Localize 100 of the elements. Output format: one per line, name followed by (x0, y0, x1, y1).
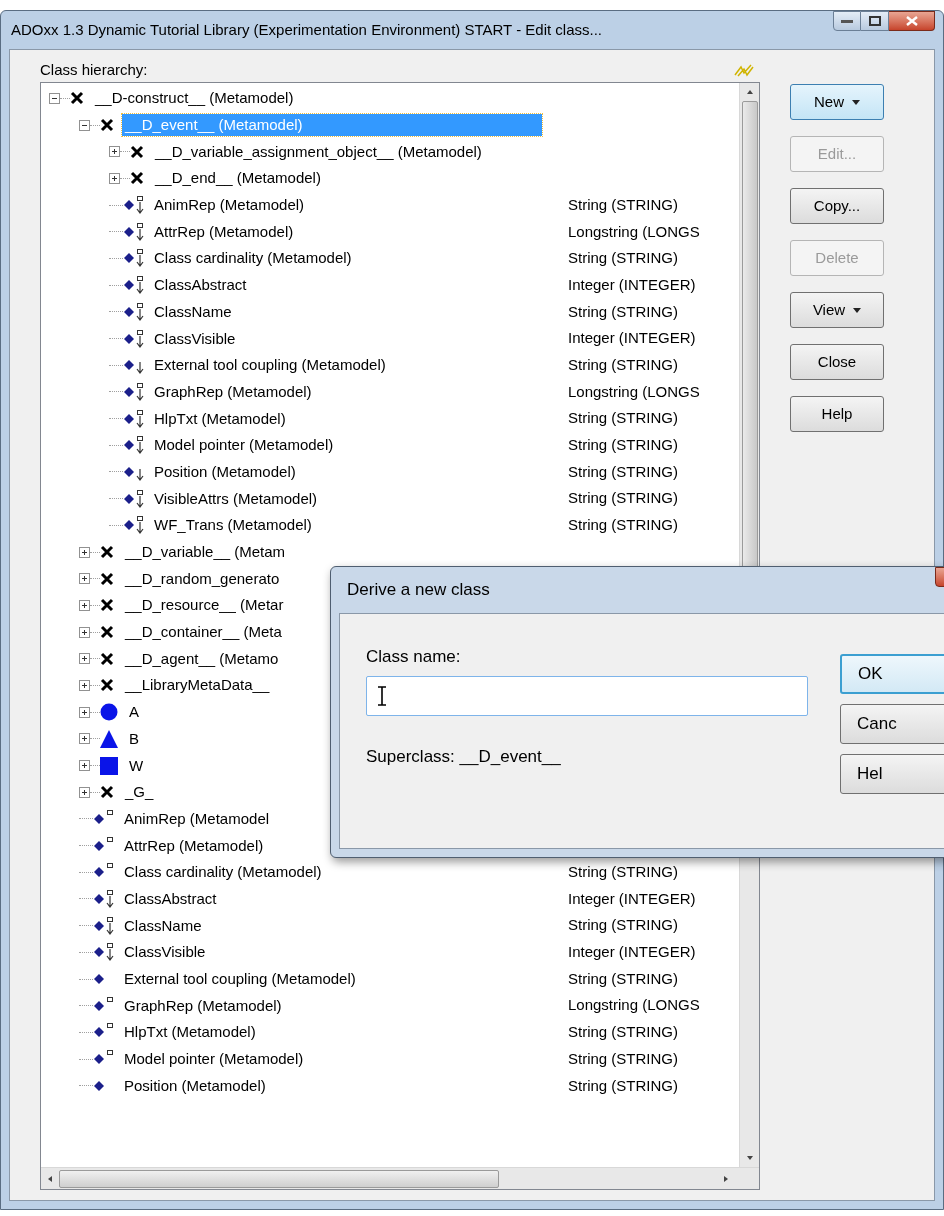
action-button[interactable]: Copy... (790, 188, 884, 224)
type-cell-text: String (STRING) (568, 194, 678, 215)
type-cell-text: String (STRING) (568, 1075, 678, 1096)
minimize-button[interactable] (833, 11, 861, 31)
minimize-icon (841, 19, 853, 23)
expand-icon[interactable] (79, 733, 90, 745)
expand-icon[interactable] (79, 706, 90, 718)
dialog-button[interactable]: OK (840, 654, 944, 694)
type-cell-text: Integer (INTEGER) (568, 328, 696, 349)
expand-icon[interactable] (79, 679, 90, 691)
expand-icon[interactable] (79, 599, 90, 611)
tree-item[interactable]: Model pointer (Metamodel) (151, 434, 337, 457)
expand-icon[interactable] (79, 626, 90, 638)
action-button[interactable]: Help (790, 396, 884, 432)
expand-icon[interactable] (79, 786, 90, 798)
type-cell-text: String (STRING) (568, 461, 678, 482)
action-button[interactable]: Close (790, 344, 884, 380)
tree-item[interactable]: __D_variable_assignment_object__ (Metamodel) (152, 140, 485, 163)
collapse-icon[interactable] (49, 92, 60, 104)
tree-item[interactable]: HlpTxt (Metamodel) (151, 407, 289, 430)
tree-item[interactable]: B (126, 727, 142, 750)
expand-icon[interactable] (109, 146, 120, 158)
field-label: Class name: (366, 646, 462, 668)
tree-item[interactable]: __D_variable__ (Metam (122, 541, 289, 564)
tree-item[interactable]: GraphRep (Metamodel) (151, 380, 315, 403)
hierarchy-label: Class hierarchy: (40, 59, 148, 80)
circle-icon (100, 703, 118, 722)
tree-item[interactable]: __LibraryMetaData__ (122, 674, 273, 697)
tree-item[interactable]: WF_Trans (Metamodel) (151, 514, 315, 537)
tree-item[interactable]: ClassName (121, 914, 205, 937)
caret-icon (852, 99, 860, 105)
tree-item[interactable]: Class cardinality (Metamodel) (151, 247, 355, 270)
horizontal-scrollbar[interactable] (41, 1167, 759, 1189)
tree-item[interactable]: __D_agent__ (Metamo (122, 647, 282, 670)
tree-item[interactable]: __D_end__ (Metamodel) (152, 167, 324, 190)
tree-item[interactable]: GraphRep (Metamodel) (121, 994, 285, 1017)
type-cell-text: String (STRING) (568, 248, 678, 269)
tree-item[interactable]: A (126, 701, 142, 724)
tree-item[interactable]: Position (Metamodel) (151, 460, 299, 483)
type-cell-text: String (STRING) (568, 435, 678, 456)
tree-item[interactable]: VisibleAttrs (Metamodel) (151, 487, 321, 510)
tree-item[interactable]: AnimRep (Metamodel) (151, 194, 308, 217)
tree-item[interactable]: External tool coupling (Metamodel) (151, 354, 389, 377)
tree-item[interactable]: ClassName (151, 300, 235, 323)
expand-icon[interactable] (79, 573, 90, 585)
tree-item[interactable]: AttrRep (Metamodel) (121, 834, 267, 857)
action-button[interactable]: New (790, 84, 884, 120)
cross-icon (100, 651, 114, 666)
collapse-icon[interactable] (79, 119, 90, 131)
cross-icon (100, 785, 114, 800)
caret-icon (853, 307, 862, 313)
attribute-icon (93, 1079, 105, 1092)
type-cell-text: Integer (INTEGER) (568, 888, 696, 909)
tree-item[interactable]: ClassVisible (151, 327, 239, 350)
tree-item[interactable]: Model pointer (Metamodel) (121, 1048, 307, 1071)
tree-item[interactable]: ClassVisible (121, 941, 209, 964)
tree-item[interactable]: __D_resource__ (Metar (122, 594, 287, 617)
cross-icon (130, 171, 144, 186)
cross-icon (100, 625, 114, 640)
tree-item[interactable]: ClassAbstract (121, 887, 220, 910)
cross-icon (100, 598, 114, 613)
tree-item[interactable]: __D_random_generato (122, 567, 283, 590)
type-cell-text: Longstring (LONGS (568, 995, 700, 1016)
tree-item[interactable]: External tool coupling (Metamodel) (121, 968, 359, 991)
expand-icon[interactable] (79, 546, 90, 558)
class-name-field[interactable] (366, 675, 808, 716)
maximize-button[interactable] (861, 11, 889, 31)
type-cell-text: String (STRING) (568, 968, 678, 989)
type-cell-text: Integer (INTEGER) (568, 274, 696, 295)
type-cell-text: String (STRING) (568, 862, 678, 883)
type-cell-text: Longstring (LONGS (568, 381, 700, 402)
action-button[interactable]: View (790, 292, 884, 328)
tree-item[interactable]: __D-construct__ (Metamodel) (92, 87, 297, 110)
tree-item[interactable]: Position (Metamodel) (121, 1074, 269, 1097)
tree-item[interactable]: W (126, 754, 147, 777)
scroll-thumb[interactable] (59, 1169, 499, 1188)
tree-item[interactable]: __D_container__ (Meta (122, 621, 285, 644)
close-icon (905, 16, 918, 26)
square-icon (100, 756, 118, 775)
type-cell-text: String (STRING) (568, 488, 678, 509)
type-cell-text: String (STRING) (568, 1048, 678, 1069)
expand-icon[interactable] (79, 653, 90, 665)
close-button[interactable] (889, 11, 935, 31)
type-cell-text: String (STRING) (568, 301, 678, 322)
attribute-icon (93, 973, 105, 986)
tree-item[interactable]: AttrRep (Metamodel) (151, 220, 297, 243)
tree-item[interactable]: _G_ (122, 781, 157, 804)
cross-icon (100, 571, 114, 586)
expand-icon[interactable] (109, 172, 120, 184)
triangle-icon (100, 729, 118, 748)
cross-icon (70, 91, 84, 106)
tree-item[interactable]: HlpTxt (Metamodel) (121, 1021, 259, 1044)
dialog-button[interactable]: Hel (840, 754, 944, 794)
expand-icon[interactable] (79, 760, 90, 772)
type-cell-text: String (STRING) (568, 915, 678, 936)
tree-item[interactable]: AnimRep (Metamodel (121, 807, 273, 830)
text-cursor-icon (377, 685, 387, 706)
tree-item[interactable]: ClassAbstract (151, 274, 250, 297)
dialog-button[interactable]: Canc (840, 704, 944, 744)
tree-item[interactable]: Class cardinality (Metamodel) (121, 861, 325, 884)
